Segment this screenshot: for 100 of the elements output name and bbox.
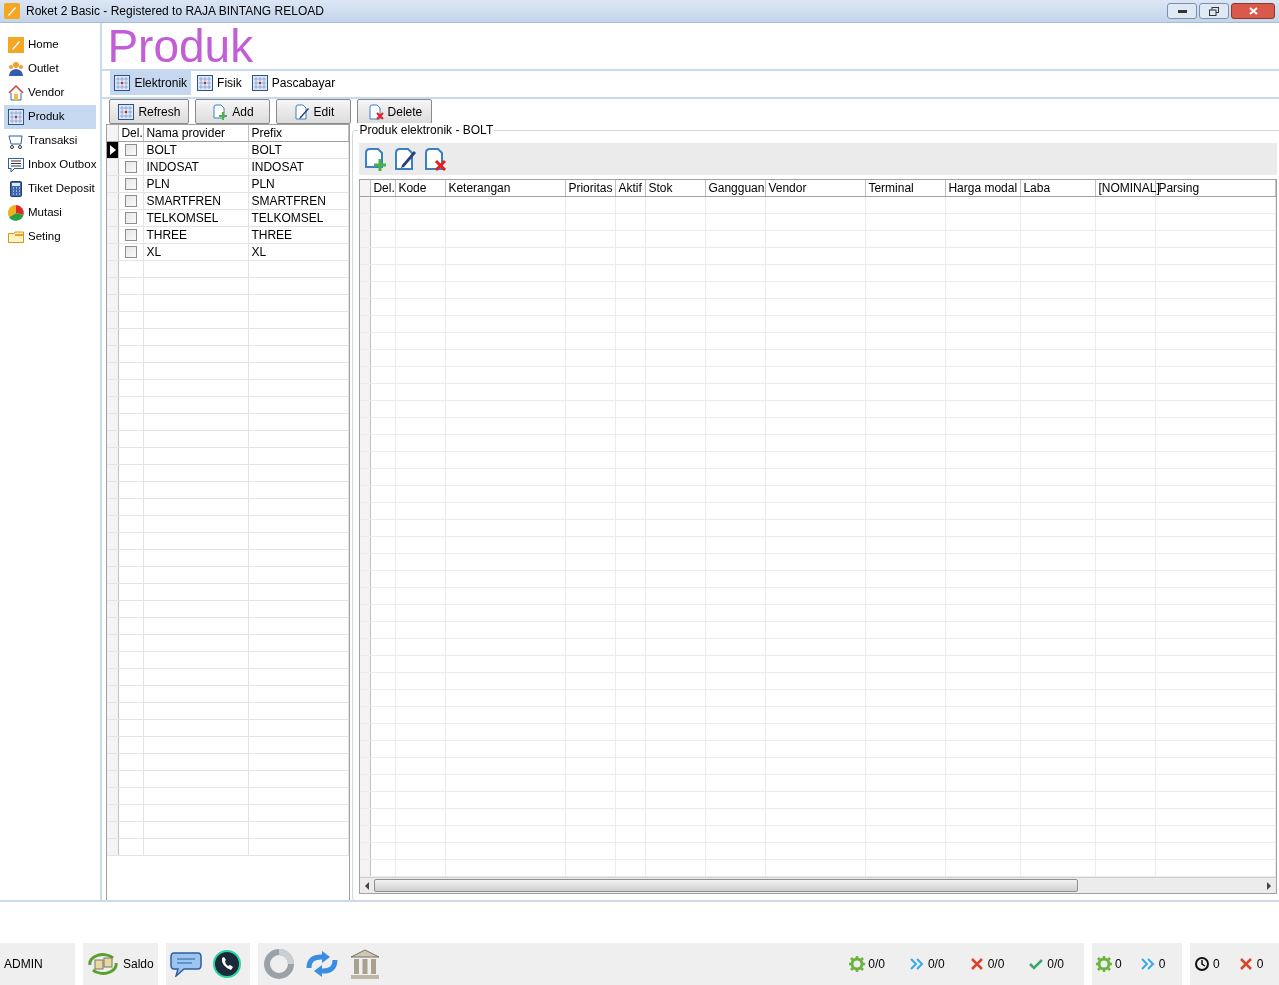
double-chevron-icon (1139, 956, 1156, 972)
sidebar-item[interactable]: Tiket Deposit (4, 177, 97, 201)
table-cell: PLN (146, 177, 170, 191)
toolbar-button[interactable]: Delete (357, 99, 433, 124)
column-header[interactable]: Stok (646, 180, 707, 196)
counter-value: 0 (1213, 956, 1220, 973)
table-cell: XL (146, 245, 162, 259)
sidebar-item[interactable]: Seting (4, 225, 97, 249)
checkbox[interactable] (125, 246, 138, 258)
column-header[interactable]: Kode (396, 180, 447, 196)
table-cell: PLN (251, 177, 275, 191)
sync-arrows-icon[interactable] (305, 950, 339, 978)
delete-document-icon[interactable] (422, 146, 449, 172)
column-header[interactable]: [NOMINAL] (1096, 180, 1157, 196)
gear-icon (1096, 956, 1112, 972)
bank-icon[interactable] (349, 948, 381, 980)
sidebar-item[interactable]: Mutasi (4, 201, 97, 225)
cross-icon (968, 956, 985, 972)
table-cell: SMARTFREN (251, 194, 326, 208)
restore-icon (1209, 6, 1219, 16)
column-header[interactable]: Aktif (616, 180, 647, 196)
table-cell: TELKOMSEL (251, 211, 324, 225)
double-chevron-icon (908, 956, 925, 972)
toolbar-button[interactable]: Edit (276, 99, 352, 124)
scroll-right-icon[interactable] (1266, 881, 1273, 890)
column-header[interactable]: Del. (119, 125, 145, 141)
add-document-icon (212, 103, 229, 120)
horizontal-scrollbar[interactable] (360, 877, 1277, 893)
column-header[interactable]: Gangguan (706, 180, 767, 196)
grid-icon (8, 109, 24, 125)
sidebar-item[interactable]: Produk (4, 105, 97, 129)
column-header[interactable]: Keterangan (446, 180, 567, 196)
tab[interactable]: Fisik (193, 71, 246, 95)
grid-icon (114, 75, 131, 91)
table-cell: SMARTFREN (146, 194, 221, 208)
minimize-button[interactable] (1167, 3, 1197, 19)
sidebar-item[interactable]: Outlet (4, 57, 97, 81)
house-icon (8, 85, 24, 101)
table-cell: THREE (251, 228, 293, 242)
message-icon (8, 157, 24, 173)
window-title: Roket 2 Basic - Registered to RAJA BINTANG RELOAD (26, 3, 324, 20)
checkbox[interactable] (125, 178, 138, 190)
checkbox[interactable] (125, 195, 138, 207)
scrollbar-thumb[interactable] (374, 879, 1079, 892)
checkmark-icon (1028, 956, 1045, 972)
column-header[interactable]: Del. (371, 180, 397, 196)
checkbox[interactable] (125, 212, 138, 224)
close-button[interactable] (1231, 3, 1275, 19)
table-cell: THREE (146, 228, 188, 242)
column-header[interactable]: Prefix (249, 125, 350, 141)
minimize-icon (1177, 9, 1187, 13)
grid-icon (197, 75, 214, 91)
grid-icon (251, 75, 268, 91)
phone-chat-icon[interactable] (212, 949, 242, 979)
row-header[interactable] (107, 142, 120, 158)
chat-bubble-icon[interactable] (170, 951, 202, 977)
column-header[interactable]: Laba (1021, 180, 1097, 196)
column-header[interactable]: Terminal (866, 180, 947, 196)
folder-icon (8, 229, 24, 245)
saldo-button[interactable]: Saldo (83, 943, 158, 985)
group-title: Produk elektronik - BOLT (358, 123, 495, 137)
toolbar-button[interactable]: Add (195, 99, 271, 124)
counter-value: 0/0 (927, 956, 945, 973)
tab[interactable]: Elektronik (110, 71, 192, 95)
counter-value: 0 (1115, 956, 1122, 973)
add-document-icon[interactable] (362, 146, 389, 172)
counter-value: 0 (1256, 956, 1264, 973)
refresh-icon[interactable] (263, 948, 295, 980)
table-cell: TELKOMSEL (146, 211, 219, 225)
checkbox[interactable] (125, 144, 138, 156)
scroll-left-icon[interactable] (364, 881, 371, 890)
money-exchange-icon (87, 953, 119, 975)
table-cell: BOLT (146, 143, 177, 157)
gear-icon (849, 956, 866, 972)
tab[interactable]: Pascabayar (247, 71, 340, 95)
table-cell: INDOSAT (146, 160, 199, 174)
table-cell: XL (251, 245, 267, 259)
counter-value: 0/0 (987, 956, 1005, 973)
column-header[interactable]: Vendor (766, 180, 867, 196)
delete-document-icon (367, 103, 384, 120)
column-header[interactable]: Nama provider (144, 125, 250, 141)
pie-chart-icon (8, 205, 24, 221)
sidebar-item[interactable]: Vendor (4, 81, 97, 105)
sidebar-item[interactable]: Inbox Outbox (4, 153, 97, 177)
sidebar-item[interactable]: Home (4, 33, 97, 57)
user-label: ADMIN (4, 956, 43, 973)
checkbox[interactable] (125, 229, 138, 241)
close-icon (1248, 7, 1258, 15)
people-icon (8, 61, 24, 77)
restore-button[interactable] (1199, 3, 1229, 19)
edit-document-icon[interactable] (392, 146, 419, 172)
table-cell: INDOSAT (251, 160, 304, 174)
sidebar-item[interactable]: Transaksi (4, 129, 97, 153)
toolbar-button[interactable]: Refresh (109, 99, 190, 124)
counter-value: 0/0 (1047, 956, 1064, 973)
checkbox[interactable] (125, 161, 138, 173)
column-header[interactable]: Prioritas (566, 180, 617, 196)
column-header[interactable]: Harga modal (946, 180, 1022, 196)
current-row-icon (109, 145, 116, 155)
counter-value: 0/0 (868, 956, 885, 973)
